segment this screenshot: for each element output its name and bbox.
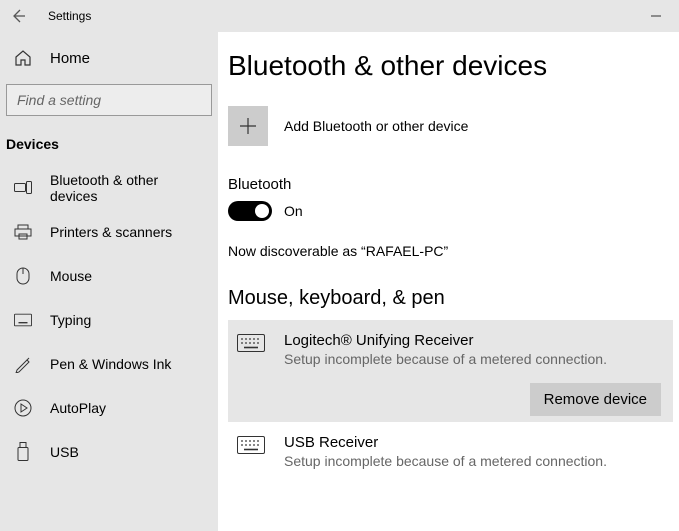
section-title: Mouse, keyboard, & pen [228,287,679,310]
sidebar-home-label: Home [50,50,90,67]
sidebar-item-label: USB [50,444,79,460]
minimize-button[interactable] [633,0,679,32]
discoverable-text: Now discoverable as “RAFAEL-PC” [228,243,679,259]
sidebar: Home Devices Bluetooth & other devices P… [0,32,218,531]
devices-icon [14,180,32,196]
sidebar-item-label: Printers & scanners [50,224,172,240]
page-title: Bluetooth & other devices [228,50,679,82]
arrow-left-icon [10,8,26,24]
back-button[interactable] [0,0,36,32]
sidebar-item-autoplay[interactable]: AutoPlay [0,386,218,430]
pen-icon [14,355,32,373]
minimize-icon [651,11,661,21]
sidebar-item-usb[interactable]: USB [0,430,218,474]
sidebar-item-label: AutoPlay [50,400,106,416]
sidebar-item-bluetooth[interactable]: Bluetooth & other devices [0,166,218,210]
printer-icon [14,224,32,240]
sidebar-item-pen[interactable]: Pen & Windows Ink [0,342,218,386]
plus-icon [228,106,268,146]
device-status: Setup incomplete because of a metered co… [284,351,607,367]
device-name: USB Receiver [284,434,607,451]
sidebar-item-typing[interactable]: Typing [0,298,218,342]
keyboard-icon [234,332,268,367]
home-icon [14,49,32,67]
autoplay-icon [14,399,32,417]
device-item[interactable]: USB Receiver Setup incomplete because of… [228,422,673,481]
sidebar-item-printers[interactable]: Printers & scanners [0,210,218,254]
sidebar-item-label: Mouse [50,268,92,284]
bluetooth-toggle[interactable] [228,201,272,221]
search-input[interactable] [6,84,212,116]
usb-icon [14,442,32,462]
window-title: Settings [48,9,91,23]
remove-device-button[interactable]: Remove device [530,383,661,416]
sidebar-item-label: Typing [50,312,91,328]
add-device-button[interactable]: Add Bluetooth or other device [228,106,679,146]
titlebar: Settings [0,0,679,32]
bluetooth-state: On [284,203,303,219]
device-name: Logitech® Unifying Receiver [284,332,607,349]
sidebar-category: Devices [0,126,218,166]
sidebar-item-mouse[interactable]: Mouse [0,254,218,298]
keyboard-icon [234,434,268,469]
add-device-label: Add Bluetooth or other device [284,118,468,134]
keyboard-icon [14,313,32,327]
sidebar-item-label: Bluetooth & other devices [50,172,204,204]
device-item[interactable]: Logitech® Unifying Receiver Setup incomp… [228,320,673,422]
window-controls [633,0,679,32]
sidebar-item-label: Pen & Windows Ink [50,356,171,372]
bluetooth-label: Bluetooth [228,176,679,193]
main-content: Bluetooth & other devices Add Bluetooth … [218,32,679,531]
device-status: Setup incomplete because of a metered co… [284,453,607,469]
sidebar-home[interactable]: Home [0,36,218,80]
mouse-icon [14,267,32,285]
